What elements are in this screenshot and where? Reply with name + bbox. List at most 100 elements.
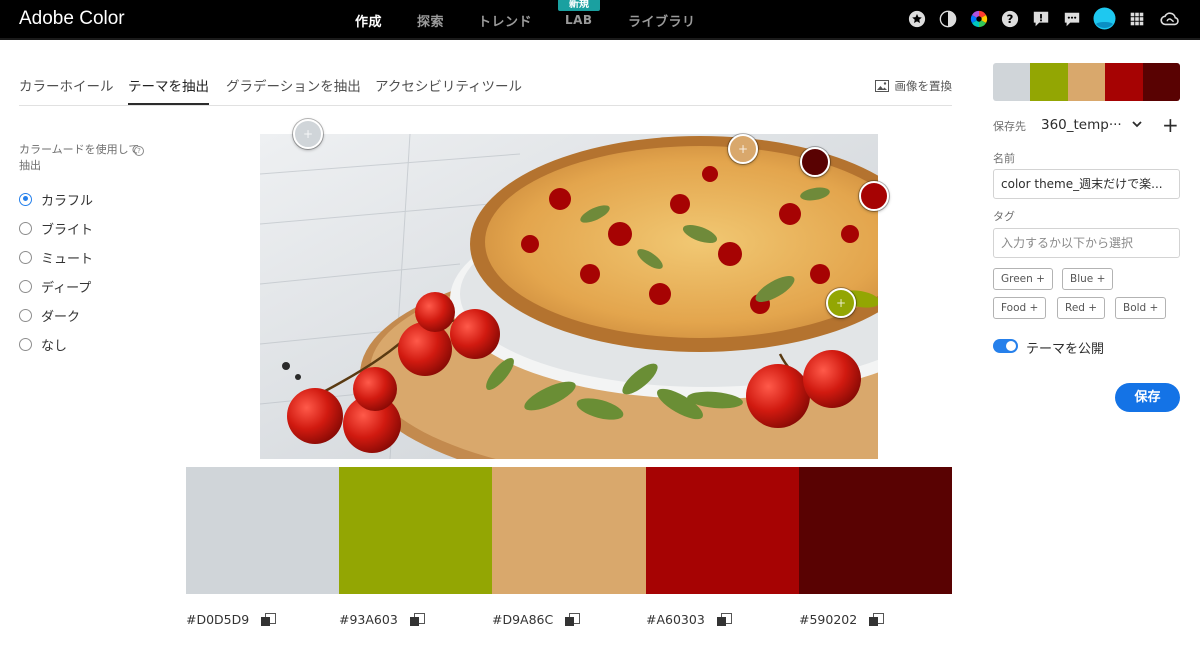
save-to-label: 保存先 <box>993 120 1026 133</box>
tag-chip-label: Blue <box>1070 273 1094 285</box>
radio-dot <box>19 308 32 322</box>
save-button[interactable]: 保存 <box>1115 383 1180 412</box>
hex-value[interactable]: #D0D5D9 <box>186 612 249 627</box>
radio-bright[interactable]: ブライト <box>19 218 93 238</box>
creative-cloud-icon[interactable] <box>1160 9 1180 29</box>
help-icon[interactable]: ? <box>134 146 144 156</box>
image-icon <box>874 80 889 92</box>
nav-explore[interactable]: 探索 <box>417 11 444 30</box>
swatch-5[interactable] <box>798 467 953 594</box>
tag-chip-label: Food <box>1001 302 1027 314</box>
publish-toggle[interactable] <box>993 339 1018 353</box>
radio-label: ブライト <box>41 222 94 238</box>
chevron-down-icon[interactable] <box>1130 117 1144 131</box>
radio-deep[interactable]: ディープ <box>19 276 91 296</box>
hex-value[interactable]: #93A603 <box>339 612 398 627</box>
theme-name-input[interactable]: color theme_週末だけで楽... <box>993 169 1180 199</box>
radio-dot <box>19 337 32 351</box>
svg-text:?: ? <box>1007 12 1014 26</box>
hex-item-1: #D0D5D9 <box>186 612 277 627</box>
preview-swatch-5 <box>1142 63 1180 101</box>
radio-label: ミュート <box>41 251 94 267</box>
hex-value[interactable]: #A60303 <box>646 612 705 627</box>
star-icon[interactable] <box>907 9 927 29</box>
color-mood-label: カラームードを使用して抽出 <box>19 143 140 172</box>
radio-dark[interactable]: ダーク <box>19 305 80 325</box>
replace-image-button[interactable]: 画像を置換 <box>874 78 952 94</box>
source-photo[interactable] <box>260 134 878 459</box>
radio-label: ディープ <box>41 280 92 296</box>
radio-none[interactable]: なし <box>19 334 67 354</box>
tab-color-wheel[interactable]: カラーホイール <box>19 75 114 95</box>
nav-libraries[interactable]: ライブラリ <box>628 11 696 30</box>
radio-dot <box>19 192 32 206</box>
radio-dot <box>19 279 32 293</box>
radio-label: なし <box>41 338 68 354</box>
preview-swatch-4 <box>1105 63 1143 101</box>
hex-item-5: #590202 <box>799 612 885 627</box>
swatch-1[interactable] <box>186 467 340 594</box>
tab-bar: カラーホイール テーマを抽出 グラデーションを抽出 アクセシビリティツール 画像… <box>19 64 952 106</box>
color-picker-2[interactable]: + <box>728 134 758 164</box>
chat-icon[interactable] <box>1062 9 1082 29</box>
tab-extract-theme[interactable]: テーマを抽出 <box>128 75 209 105</box>
color-picker-4[interactable] <box>859 181 889 211</box>
tag-chip-label: Bold <box>1123 302 1147 314</box>
library-select[interactable]: 360_temp··· <box>1041 117 1122 133</box>
pizza-photo <box>260 134 878 459</box>
nav-lab[interactable]: LAB <box>565 13 593 27</box>
radio-dot <box>19 250 32 264</box>
tag-label: タグ <box>993 210 1015 223</box>
contrast-icon[interactable] <box>938 9 958 29</box>
tag-chip-label: Red <box>1065 302 1085 314</box>
hex-value[interactable]: #D9A86C <box>492 612 553 627</box>
swatch-3[interactable] <box>492 467 646 594</box>
hex-item-2: #93A603 <box>339 612 425 627</box>
tag-chip-blue[interactable]: Blue + <box>1062 268 1114 290</box>
hex-item-3: #D9A86C <box>492 612 581 627</box>
preview-swatch-2 <box>1030 63 1068 101</box>
add-library-button[interactable]: + <box>1162 113 1179 137</box>
copy-icon[interactable] <box>261 612 277 627</box>
app-logo[interactable]: Adobe Color <box>19 8 125 30</box>
copy-icon[interactable] <box>565 612 581 627</box>
nav-create[interactable]: 作成 <box>355 11 382 30</box>
theme-preview <box>993 63 1180 101</box>
theme-swatches <box>186 467 953 594</box>
color-picker-5[interactable]: + <box>826 288 856 318</box>
tab-extract-gradient[interactable]: グラデーションを抽出 <box>226 75 361 95</box>
color-picker-1[interactable]: + <box>293 119 323 149</box>
tag-chip-bold[interactable]: Bold + <box>1115 297 1167 319</box>
swatch-4[interactable] <box>645 467 799 594</box>
radio-dot <box>19 221 32 235</box>
apps-grid-icon[interactable] <box>1127 9 1147 29</box>
tag-chip-red[interactable]: Red + <box>1057 297 1106 319</box>
color-picker-3[interactable] <box>800 147 830 177</box>
radio-muted[interactable]: ミュート <box>19 247 93 267</box>
help-icon[interactable]: ? <box>1000 9 1020 29</box>
avatar[interactable] <box>1093 7 1116 30</box>
hex-item-4: #A60303 <box>646 612 732 627</box>
copy-icon[interactable] <box>869 612 885 627</box>
tag-chip-label: Green <box>1001 273 1033 285</box>
radio-colorful[interactable]: カラフル <box>19 189 93 209</box>
new-badge: 新規 <box>558 0 600 11</box>
swatch-2[interactable] <box>339 467 493 594</box>
top-nav: Adobe Color 作成 探索 トレンド 新規 LAB ライブラリ ? <box>0 0 1200 40</box>
nav-trends[interactable]: トレンド <box>478 11 532 30</box>
color-wheel-icon[interactable] <box>969 9 989 29</box>
radio-label: ダーク <box>41 309 81 325</box>
radio-label: カラフル <box>41 193 94 209</box>
preview-swatch-1 <box>993 63 1031 101</box>
publish-label: テーマを公開 <box>1026 342 1105 357</box>
hex-value[interactable]: #590202 <box>799 612 857 627</box>
copy-icon[interactable] <box>716 612 732 627</box>
tag-chip-food[interactable]: Food + <box>993 297 1047 319</box>
tab-accessibility-tools[interactable]: アクセシビリティツール <box>375 75 522 95</box>
name-label: 名前 <box>993 152 1015 165</box>
feedback-icon[interactable] <box>1031 9 1051 29</box>
copy-icon[interactable] <box>409 612 425 627</box>
tag-chip-green[interactable]: Green + <box>993 268 1053 290</box>
preview-swatch-3 <box>1067 63 1106 101</box>
tag-input[interactable]: 入力するか以下から選択 <box>993 228 1180 258</box>
